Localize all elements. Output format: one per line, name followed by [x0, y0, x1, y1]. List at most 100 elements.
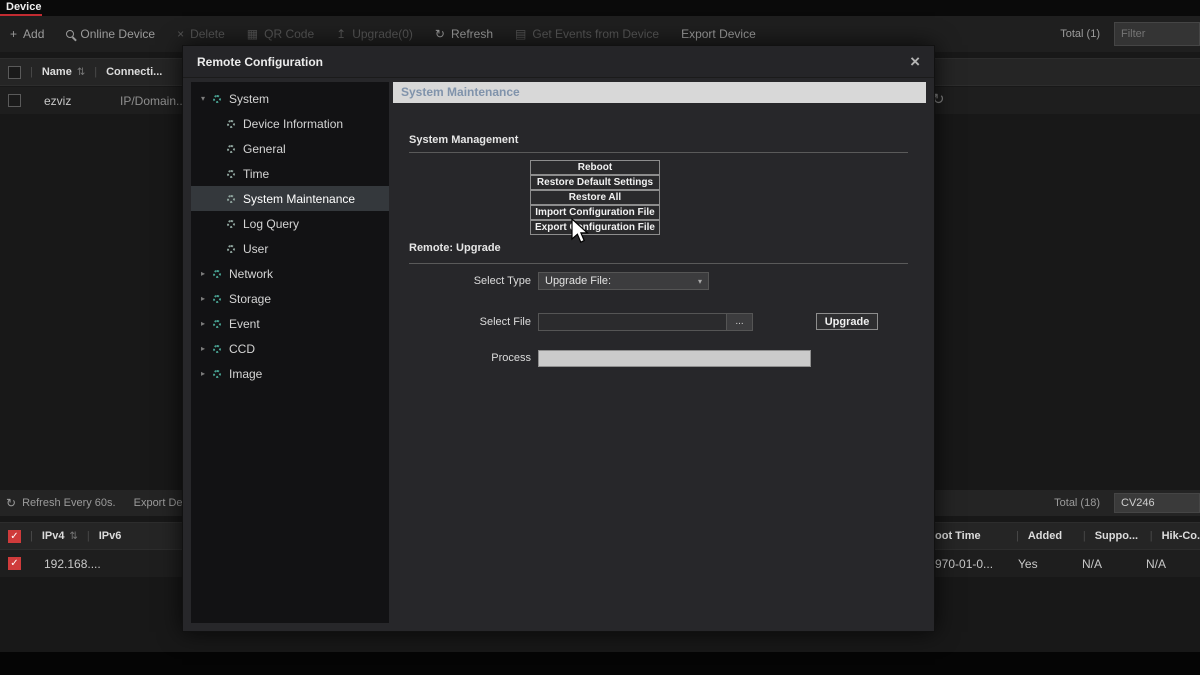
browse-button[interactable]: ... [726, 314, 752, 330]
gear-icon [227, 145, 235, 153]
column-support[interactable]: Suppo... [1095, 530, 1141, 542]
refresh-every-label: Refresh Every 60s. [22, 497, 116, 509]
tree-label: General [243, 142, 286, 156]
upgrade-button[interactable]: Upgrade [816, 313, 878, 330]
tree-label: Image [229, 367, 262, 381]
tree-label: System Maintenance [243, 192, 355, 206]
column-divider: | [87, 530, 90, 542]
chevron-down-icon: ▾ [698, 277, 702, 286]
gear-icon [213, 95, 221, 103]
online-total: Total (18) [1054, 497, 1100, 509]
chevron-right-icon[interactable]: ▸ [201, 369, 213, 378]
restore-default-settings-button[interactable]: Restore Default Settings [530, 175, 660, 190]
tree-item-time[interactable]: Time [191, 161, 389, 186]
row-checkbox-online[interactable]: ✓ [8, 557, 21, 570]
tree-item-storage[interactable]: ▸ Storage [191, 286, 389, 311]
tree-item-log-query[interactable]: Log Query [191, 211, 389, 236]
column-hik-connect[interactable]: Hik-Co... [1162, 530, 1200, 542]
refresh-label: Refresh [451, 27, 493, 41]
online-added: Yes [1018, 557, 1082, 571]
sort-icon[interactable]: ⇅ [77, 67, 85, 78]
tree-item-general[interactable]: General [191, 136, 389, 161]
upgrade-progress-bar [538, 350, 811, 367]
refresh-icon: ↻ [6, 497, 16, 509]
online-filter-input[interactable] [1114, 493, 1200, 513]
column-connection[interactable]: Connecti... [106, 66, 162, 78]
tree-item-user[interactable]: User [191, 236, 389, 261]
export-configuration-file-button[interactable]: Export Configuration File [530, 220, 660, 235]
column-divider: | [30, 530, 33, 542]
bottom-strip [0, 652, 1200, 675]
gear-icon [227, 195, 235, 203]
chevron-down-icon[interactable]: ▾ [201, 94, 213, 103]
tree-item-device-information[interactable]: Device Information [191, 111, 389, 136]
maintenance-button-stack: Reboot Restore Default Settings Restore … [530, 160, 660, 235]
chevron-right-icon[interactable]: ▸ [201, 294, 213, 303]
tree-item-image[interactable]: ▸ Image [191, 361, 389, 386]
online-support: N/A [1082, 557, 1146, 571]
get-events-button[interactable]: ▤ Get Events from Device [515, 27, 659, 41]
delete-button[interactable]: × Delete [177, 27, 225, 41]
select-file-box: ... [538, 313, 753, 331]
add-label: Add [23, 27, 44, 41]
gear-icon [213, 345, 221, 353]
chevron-right-icon[interactable]: ▸ [201, 344, 213, 353]
tree-item-ccd[interactable]: ▸ CCD [191, 336, 389, 361]
gear-icon [227, 245, 235, 253]
qr-code-button[interactable]: ▦ QR Code [247, 27, 314, 41]
column-boot-time[interactable]: oot Time [935, 530, 1007, 542]
get-events-label: Get Events from Device [532, 27, 659, 41]
tree-item-event[interactable]: ▸ Event [191, 311, 389, 336]
gear-icon [213, 370, 221, 378]
column-divider: | [1150, 530, 1153, 542]
upgrade-button-toolbar[interactable]: ↥ Upgrade(0) [336, 27, 413, 41]
delete-label: Delete [190, 27, 225, 41]
section-divider [409, 263, 908, 264]
column-added[interactable]: Added [1028, 530, 1074, 542]
select-all-checkbox[interactable] [8, 66, 21, 79]
tree-item-network[interactable]: ▸ Network [191, 261, 389, 286]
page-title: System Maintenance [393, 82, 926, 103]
select-file-input[interactable] [539, 314, 726, 330]
section-divider [409, 152, 908, 153]
close-icon[interactable]: × [910, 53, 920, 70]
tree-item-system-maintenance[interactable]: System Maintenance [191, 186, 389, 211]
gear-icon [213, 295, 221, 303]
top-tab-bar: Device [0, 0, 1200, 16]
reboot-button[interactable]: Reboot [530, 160, 660, 175]
gear-icon [227, 120, 235, 128]
chevron-right-icon[interactable]: ▸ [201, 319, 213, 328]
gear-icon [227, 220, 235, 228]
upgrade-type-dropdown[interactable]: Upgrade File: ▾ [538, 272, 709, 290]
online-device-button[interactable]: Online Device [66, 27, 155, 41]
select-all-checkbox-online[interactable]: ✓ [8, 530, 21, 543]
refresh-button[interactable]: ↻ Refresh [435, 27, 493, 41]
device-filter-input[interactable] [1114, 22, 1200, 46]
refresh-every-button[interactable]: ↻ Refresh Every 60s. [6, 497, 116, 509]
online-row-right: 970-01-0... Yes N/A N/A [935, 557, 1200, 571]
check-icon: ✓ [10, 558, 18, 569]
column-name[interactable]: Name [42, 66, 72, 78]
upgrade-label: Upgrade(0) [352, 27, 413, 41]
restore-all-button[interactable]: Restore All [530, 190, 660, 205]
app-window: Device + Add Online Device × Delete ▦ QR… [0, 0, 1200, 675]
tree-item-system[interactable]: ▾ System [191, 86, 389, 111]
import-configuration-file-button[interactable]: Import Configuration File [530, 205, 660, 220]
column-ipv6[interactable]: IPv6 [99, 530, 122, 542]
chevron-right-icon[interactable]: ▸ [201, 269, 213, 278]
plus-icon: + [10, 28, 17, 40]
dialog-title: Remote Configuration [197, 55, 323, 69]
tab-device[interactable]: Device [6, 1, 41, 13]
sort-icon[interactable]: ⇅ [70, 531, 78, 542]
column-ipv4[interactable]: IPv4 [42, 530, 65, 542]
check-icon: ✓ [10, 531, 18, 542]
tree-label: Time [243, 167, 269, 181]
row-checkbox[interactable] [8, 94, 21, 107]
online-ipv4: 192.168.... [44, 557, 101, 571]
tree-label: Network [229, 267, 273, 281]
add-button[interactable]: + Add [10, 27, 44, 41]
online-hik-connect: N/A [1146, 557, 1192, 571]
qr-code-label: QR Code [264, 27, 314, 41]
column-divider: | [94, 66, 97, 78]
export-device-button[interactable]: Export Device [681, 27, 756, 41]
